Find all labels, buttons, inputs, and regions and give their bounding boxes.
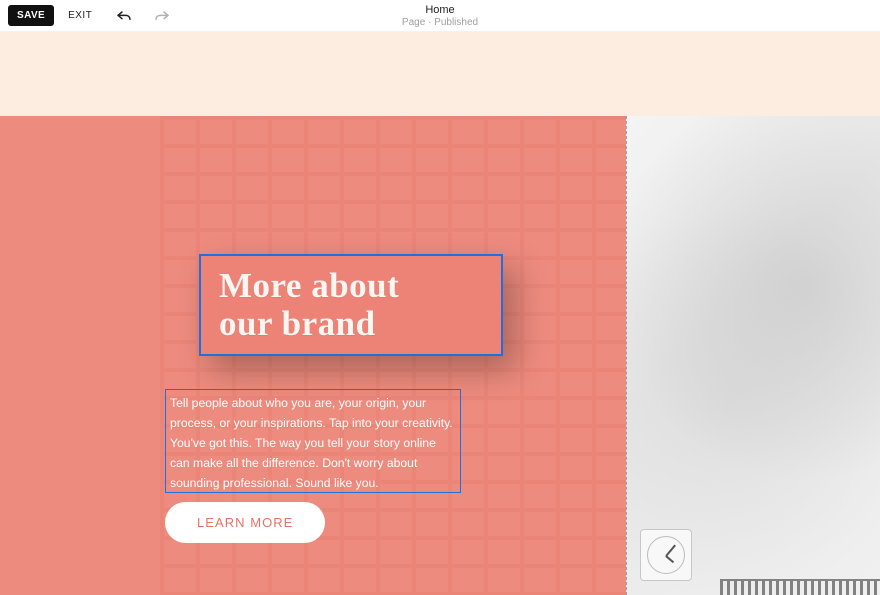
editor-canvas[interactable]: More about our brand Tell people about w…	[0, 116, 880, 595]
desk-clock	[640, 529, 692, 581]
page-status: Page · Published	[402, 17, 478, 28]
paragraph-text[interactable]: Tell people about who you are, your orig…	[170, 394, 456, 493]
pane-divider[interactable]	[626, 116, 627, 595]
hero-right-image[interactable]	[626, 116, 880, 595]
hero-left-pane[interactable]: More about our brand Tell people about w…	[0, 116, 626, 595]
learn-more-button[interactable]: LEARN MORE	[165, 502, 325, 543]
undo-icon	[116, 9, 132, 23]
redo-button[interactable]	[152, 7, 172, 25]
save-button[interactable]: SAVE	[8, 5, 54, 26]
editor-toolbar: SAVE EXIT Home Page · Published	[0, 0, 880, 32]
redo-icon	[154, 9, 170, 23]
exit-button[interactable]: EXIT	[68, 10, 92, 21]
undo-button[interactable]	[114, 7, 134, 25]
headline-line-2: our brand	[219, 305, 399, 343]
banner-strip	[0, 32, 880, 116]
page-title: Home	[402, 4, 478, 16]
headline-text[interactable]: More about our brand	[201, 267, 417, 343]
notebook-spiral	[720, 579, 880, 595]
page-info[interactable]: Home Page · Published	[402, 4, 478, 28]
undo-redo-group	[114, 7, 172, 25]
headline-block[interactable]: More about our brand	[199, 254, 503, 356]
paragraph-block[interactable]: Tell people about who you are, your orig…	[165, 389, 461, 493]
headline-line-1: More about	[219, 267, 399, 305]
